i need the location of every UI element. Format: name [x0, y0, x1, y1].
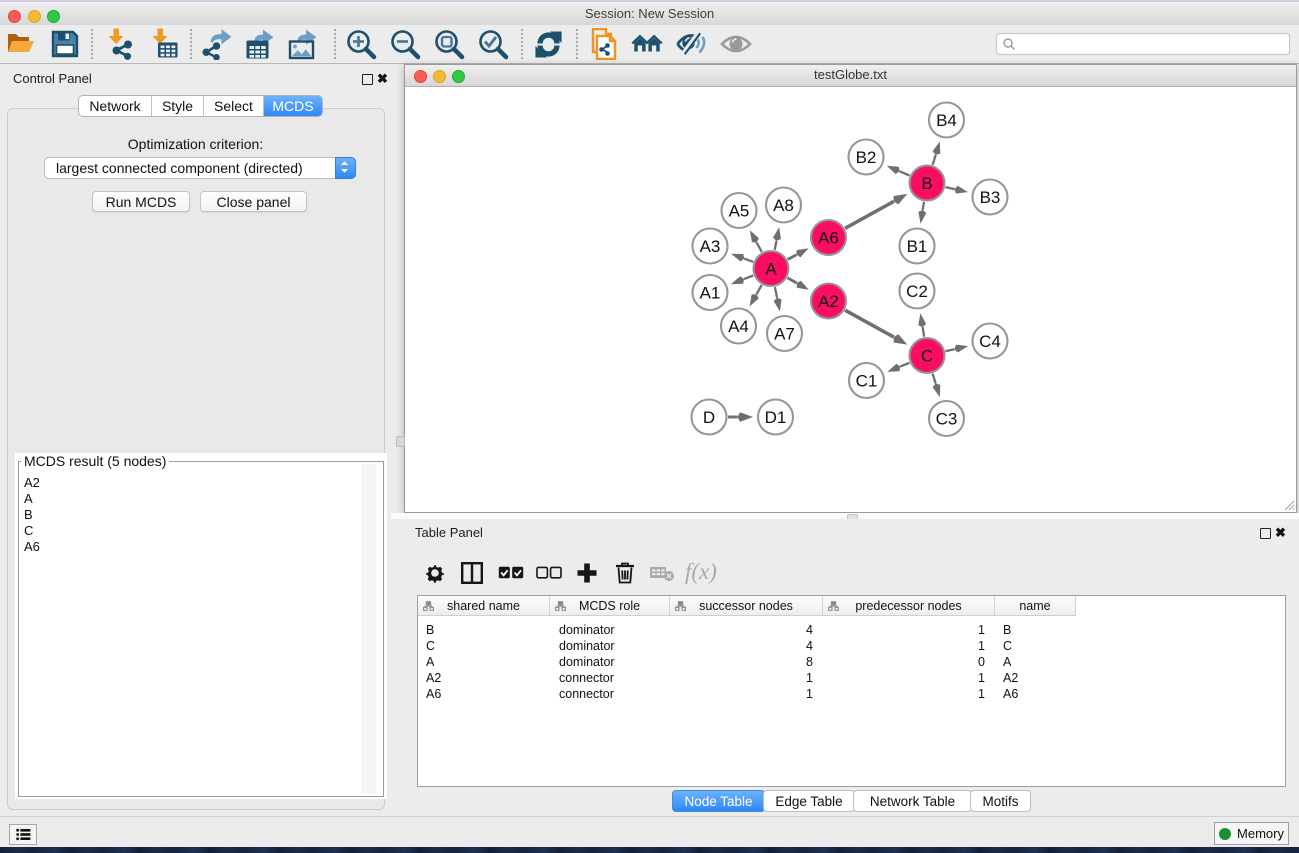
svg-text:C4: C4 — [979, 332, 1001, 351]
svg-text:A3: A3 — [700, 237, 721, 256]
svg-text:B1: B1 — [907, 237, 928, 256]
svg-text:C3: C3 — [936, 410, 958, 429]
svg-text:C2: C2 — [906, 282, 928, 301]
svg-text:B4: B4 — [936, 111, 957, 130]
svg-text:B2: B2 — [856, 148, 877, 167]
svg-text:A1: A1 — [700, 284, 721, 303]
svg-text:A6: A6 — [818, 229, 839, 248]
svg-text:D1: D1 — [765, 408, 787, 427]
svg-text:A8: A8 — [773, 196, 794, 215]
svg-text:C: C — [921, 347, 933, 366]
svg-text:C1: C1 — [856, 372, 878, 391]
svg-text:B: B — [921, 174, 932, 193]
svg-text:A4: A4 — [728, 317, 749, 336]
svg-text:A2: A2 — [818, 292, 839, 311]
svg-text:A5: A5 — [729, 202, 750, 221]
svg-text:A7: A7 — [774, 325, 795, 344]
svg-text:A: A — [765, 260, 777, 279]
svg-text:B3: B3 — [980, 188, 1001, 207]
svg-text:D: D — [703, 408, 715, 427]
